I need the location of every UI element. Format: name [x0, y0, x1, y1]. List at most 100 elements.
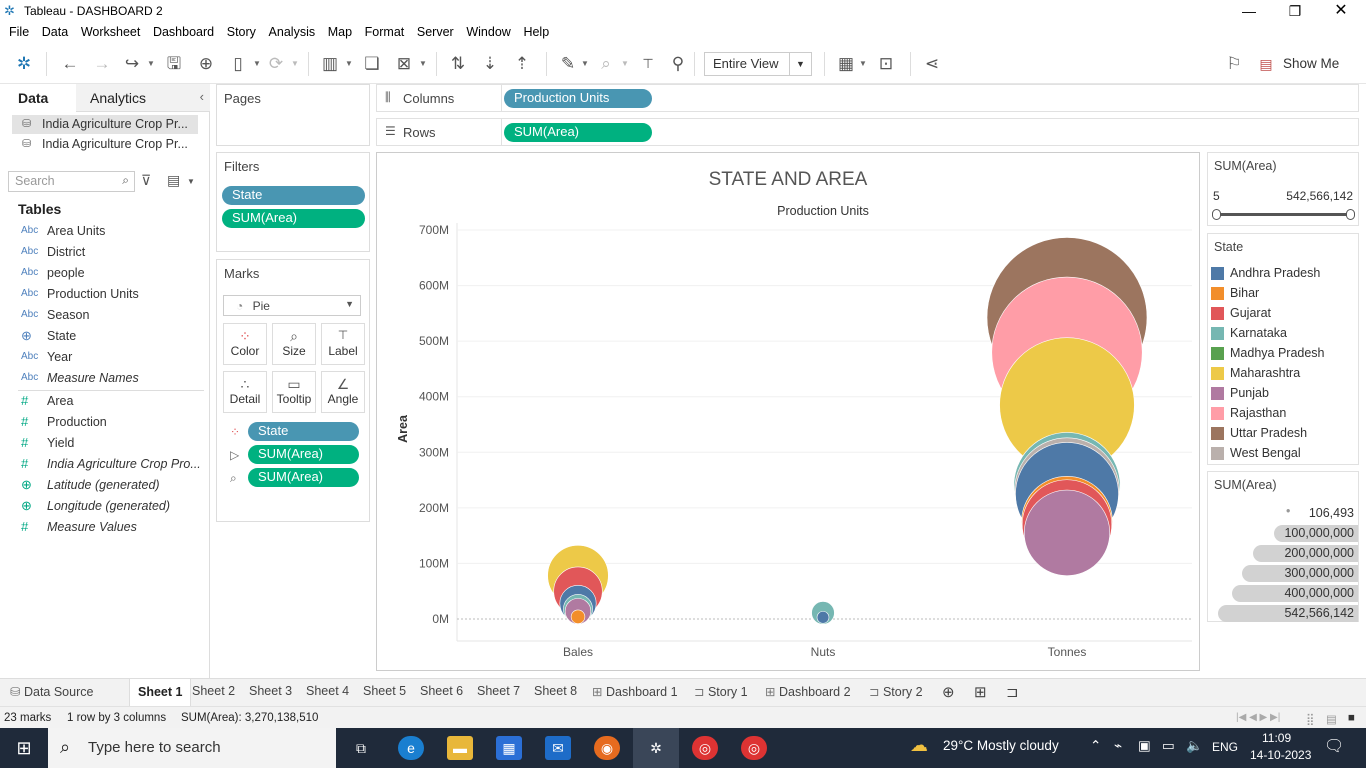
- weather-text[interactable]: 29°C Mostly cloudy: [943, 738, 1059, 753]
- legend-item[interactable]: Gujarat: [1211, 304, 1357, 324]
- filter-pill-state[interactable]: State: [222, 186, 365, 205]
- field-longitude[interactable]: ⊕ Longitude (generated): [18, 498, 204, 518]
- menu-data[interactable]: Data: [42, 22, 68, 39]
- marks-angle-button[interactable]: ∠ Angle: [321, 371, 365, 413]
- tab-story-1[interactable]: ⊐ Story 1: [694, 684, 748, 699]
- tab-sheet-8[interactable]: Sheet 8: [534, 684, 577, 698]
- tableau-taskbar-icon[interactable]: ✲: [633, 728, 679, 768]
- undo-icon[interactable]: ←: [58, 52, 82, 76]
- replay-icon[interactable]: ↪: [120, 52, 144, 76]
- show-cards-caret-icon[interactable]: ▼: [858, 52, 868, 76]
- tab-sheet-6[interactable]: Sheet 6: [420, 684, 463, 698]
- pie-mark[interactable]: [816, 611, 830, 624]
- field-state[interactable]: ⊕ State: [18, 328, 204, 348]
- pie-mark[interactable]: [1023, 489, 1111, 576]
- field-yield[interactable]: # Yield: [18, 435, 204, 455]
- legend-item[interactable]: Maharashtra: [1211, 364, 1357, 384]
- legend-item[interactable]: Rajasthan: [1211, 404, 1357, 424]
- marks-pill-size-sum-area[interactable]: SUM(Area): [248, 468, 359, 487]
- task-view-icon[interactable]: ⧉: [348, 736, 374, 760]
- notifications-icon[interactable]: 🗨: [1324, 736, 1344, 756]
- show-me-button[interactable]: Show Me: [1283, 56, 1339, 71]
- menu-story[interactable]: Story: [227, 22, 256, 39]
- state-area-chart[interactable]: STATE AND AREA Production Units Area 0M 1…: [377, 153, 1199, 670]
- pause-caret-icon[interactable]: ▼: [252, 52, 262, 76]
- field-people[interactable]: Abc people: [18, 265, 204, 285]
- refresh-icon[interactable]: ⟳: [264, 52, 288, 76]
- menu-analysis[interactable]: Analysis: [269, 22, 316, 39]
- tab-story-2[interactable]: ⊐ Story 2: [869, 684, 923, 699]
- legend-item[interactable]: Bihar: [1211, 284, 1357, 304]
- legend-item[interactable]: Karnataka: [1211, 324, 1357, 344]
- field-record-count[interactable]: # India Agriculture Crop Pro...: [18, 456, 204, 476]
- tab-sheet-7[interactable]: Sheet 7: [477, 684, 520, 698]
- area-filter-max-handle[interactable]: [1346, 209, 1355, 220]
- fit-dropdown[interactable]: Entire View ▼: [704, 52, 812, 76]
- new-story-tab-icon[interactable]: ⊐: [1006, 683, 1019, 701]
- clear-sheet-icon[interactable]: ⊠: [392, 52, 416, 76]
- store-icon[interactable]: ▦: [496, 736, 522, 760]
- minimize-button[interactable]: —: [1226, 0, 1272, 22]
- windows-start-icon[interactable]: ⊞: [0, 728, 48, 768]
- grid-view-icon[interactable]: ⣿: [1306, 712, 1314, 726]
- legend-item[interactable]: Punjab: [1211, 384, 1357, 404]
- pin-icon[interactable]: ⚐: [1222, 52, 1246, 76]
- collapse-pane-icon[interactable]: ‹: [200, 89, 204, 104]
- columns-shelf[interactable]: ⫼ Columns Production Units: [376, 84, 1359, 112]
- menu-help[interactable]: Help: [523, 22, 549, 39]
- datasource-item[interactable]: ⛁ India Agriculture Crop Pr...: [12, 135, 198, 154]
- group-members-icon[interactable]: ⌕: [594, 52, 618, 76]
- menu-server[interactable]: Server: [417, 22, 454, 39]
- new-worksheet-icon[interactable]: ▥: [318, 52, 342, 76]
- field-area-units[interactable]: Abc Area Units: [18, 223, 204, 243]
- tab-sheet-5[interactable]: Sheet 5: [363, 684, 406, 698]
- tab-dashboard-2[interactable]: ⊞ Dashboard 2: [765, 684, 851, 699]
- new-worksheet-tab-icon[interactable]: ⊕: [942, 683, 955, 701]
- field-search-input[interactable]: Search ⌕: [8, 171, 135, 192]
- firefox-icon[interactable]: ◉: [594, 736, 620, 760]
- save-icon[interactable]: 🖫: [162, 52, 186, 76]
- field-area[interactable]: # Area: [18, 393, 204, 413]
- sort-ascending-icon[interactable]: ⇣: [478, 52, 502, 76]
- pause-updates-icon[interactable]: ▯: [226, 52, 250, 76]
- marks-tooltip-button[interactable]: ▭ Tooltip: [272, 371, 316, 413]
- tray-chevron-icon[interactable]: ⌃: [1090, 738, 1101, 754]
- field-measure-names[interactable]: Abc Measure Names: [18, 370, 204, 390]
- marks-size-button[interactable]: ⌕ Size: [272, 323, 316, 365]
- rows-pill-sum-area[interactable]: SUM(Area): [504, 123, 652, 142]
- redo-icon[interactable]: →: [90, 52, 114, 76]
- sort-descending-icon[interactable]: ⇡: [510, 52, 534, 76]
- mark-type-dropdown[interactable]: ◔ Pie ▼: [223, 295, 361, 316]
- field-measure-values[interactable]: # Measure Values: [18, 519, 204, 539]
- replay-caret-icon[interactable]: ▼: [146, 52, 156, 76]
- marks-label-button[interactable]: ⊤ Label: [321, 323, 365, 365]
- highlight-caret-icon[interactable]: ▼: [580, 52, 590, 76]
- tab-data[interactable]: Data: [0, 84, 76, 112]
- tab-data-source[interactable]: ⛁ Data Source: [10, 684, 93, 699]
- chrome-profile-icon[interactable]: ◎: [741, 736, 767, 760]
- view-options-icon[interactable]: ▤: [167, 172, 180, 189]
- filter-pill-sum-area[interactable]: SUM(Area): [222, 209, 365, 228]
- volume-icon[interactable]: 🔈: [1186, 738, 1203, 754]
- menu-file[interactable]: File: [9, 22, 29, 39]
- marks-color-button[interactable]: ⁘ Color: [223, 323, 267, 365]
- legend-item[interactable]: Andhra Pradesh: [1211, 264, 1357, 284]
- fix-axes-icon[interactable]: ⚲: [666, 52, 690, 76]
- area-filter-min-handle[interactable]: [1212, 209, 1221, 220]
- legend-item[interactable]: Madhya Pradesh: [1211, 344, 1357, 364]
- datasource-item[interactable]: ⛁ India Agriculture Crop Pr...: [12, 115, 198, 134]
- new-datasource-icon[interactable]: ⊕: [194, 52, 218, 76]
- input-language[interactable]: ENG: [1212, 740, 1238, 754]
- pie-mark[interactable]: [570, 609, 586, 624]
- clear-caret-icon[interactable]: ▼: [418, 52, 428, 76]
- chrome-icon[interactable]: ◎: [692, 736, 718, 760]
- field-season[interactable]: Abc Season: [18, 307, 204, 327]
- legend-item[interactable]: Uttar Pradesh: [1211, 424, 1357, 444]
- marks-pill-state[interactable]: State: [248, 422, 359, 441]
- clock-date[interactable]: 14-10-2023: [1250, 748, 1311, 762]
- tab-sheet-2[interactable]: Sheet 2: [192, 684, 235, 698]
- clock-time[interactable]: 11:09: [1262, 731, 1291, 745]
- menu-map[interactable]: Map: [328, 22, 352, 39]
- list-view-icon[interactable]: ▤: [1326, 712, 1337, 726]
- duplicate-sheet-icon[interactable]: ❏: [360, 52, 384, 76]
